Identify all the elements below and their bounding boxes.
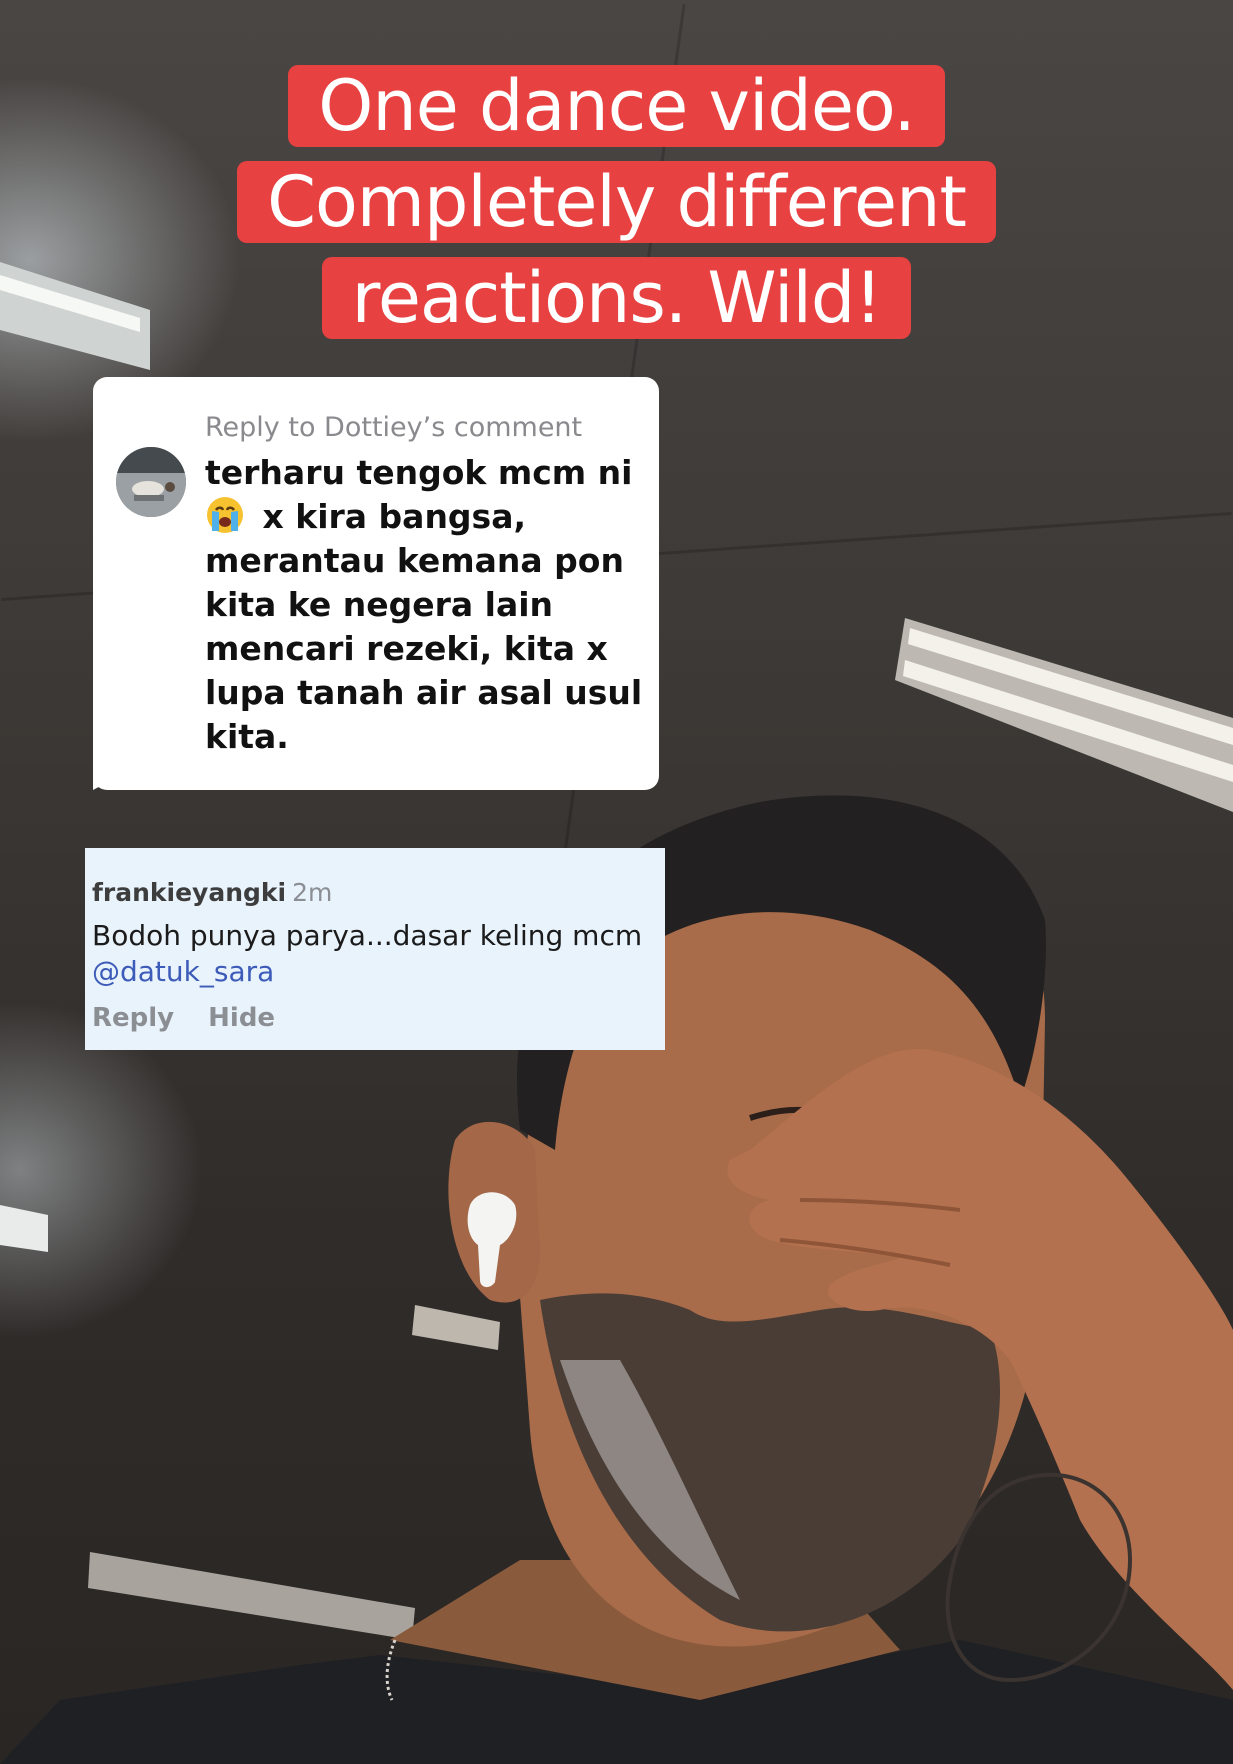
comment-mention-link[interactable]: @datuk_sara [92, 954, 657, 990]
reply-text-part-2: x kira bangsa, merantau kemana pon kita … [205, 497, 643, 756]
reply-header: Reply to Dottiey’s comment [205, 412, 583, 443]
avatar[interactable] [116, 447, 186, 517]
reply-comment-sticker[interactable]: Reply to Dottiey’s comment terharu tengo… [93, 377, 659, 790]
headline-line-2: Completely different [237, 161, 996, 243]
hide-button[interactable]: Hide [208, 1003, 275, 1033]
headline-line-3: reactions. Wild! [321, 257, 912, 339]
avatar-photo-icon [116, 447, 186, 517]
comment-timestamp: 2m [292, 878, 333, 907]
comment-actions: Reply Hide [92, 1003, 309, 1033]
comment-card: frankieyangki 2m Bodoh punya parya...dasa… [85, 848, 665, 1050]
reply-button[interactable]: Reply [92, 1003, 174, 1033]
ceiling-light-right [895, 618, 1233, 812]
bubble-tail [93, 772, 127, 790]
ceiling-light-lower-left [0, 1205, 48, 1252]
ceiling-light-bottom [88, 1305, 500, 1640]
comment-text: Bodoh punya parya...dasar keling mcm [92, 919, 643, 952]
comment-meta: frankieyangki 2m [92, 878, 332, 907]
reply-comment-text: terharu tengok mcm ni x kira bangsa, mer… [205, 451, 645, 759]
loudly-crying-face-icon [207, 497, 243, 533]
comment-username[interactable]: frankieyangki [92, 878, 286, 907]
video-headline: One dance video. Completely different re… [0, 58, 1233, 346]
comment-body: Bodoh punya parya...dasar keling mcm @da… [92, 918, 657, 990]
reply-text-part-1: terharu tengok mcm ni [205, 453, 633, 492]
headline-line-1: One dance video. [288, 65, 945, 147]
